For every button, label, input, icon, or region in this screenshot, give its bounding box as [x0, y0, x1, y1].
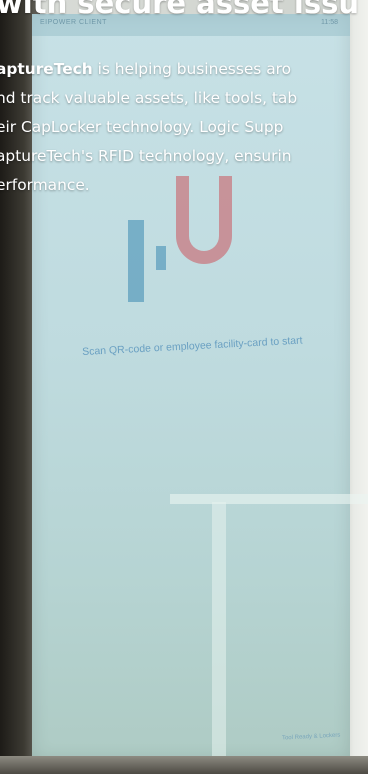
reflection-shelf [170, 494, 368, 504]
article-headline: with secure asset issu [0, 0, 359, 20]
scan-prompt: Scan QR-code or employee facility-card t… [81, 334, 303, 359]
article-line-1-rest: is helping businesses aro [92, 60, 292, 78]
kiosk-top-left-label: EIPOWER CLIENT [40, 19, 107, 26]
reflection-post [212, 502, 226, 772]
article-line-3: eir CapLocker technology. Logic Supp [0, 118, 284, 136]
logo-bar [128, 220, 144, 302]
article-line-5: erformance. [0, 176, 90, 194]
brand-name: aptureTech [0, 60, 93, 78]
article-body: aptureTech is helping businesses aro nd … [0, 55, 368, 200]
kiosk-bottom-bezel [0, 756, 368, 774]
article-line-4: aptureTech's RFID technology, ensurin [0, 147, 292, 165]
article-line-2: nd track valuable assets, like tools, ta… [0, 89, 298, 107]
kiosk-bottom-right-label: Tool Ready & Lockers [281, 732, 341, 742]
article-line-1: aptureTech is helping businesses aro [0, 55, 368, 84]
logo-dot [156, 246, 166, 270]
kiosk-top-right-label: 11:58 [321, 19, 338, 26]
